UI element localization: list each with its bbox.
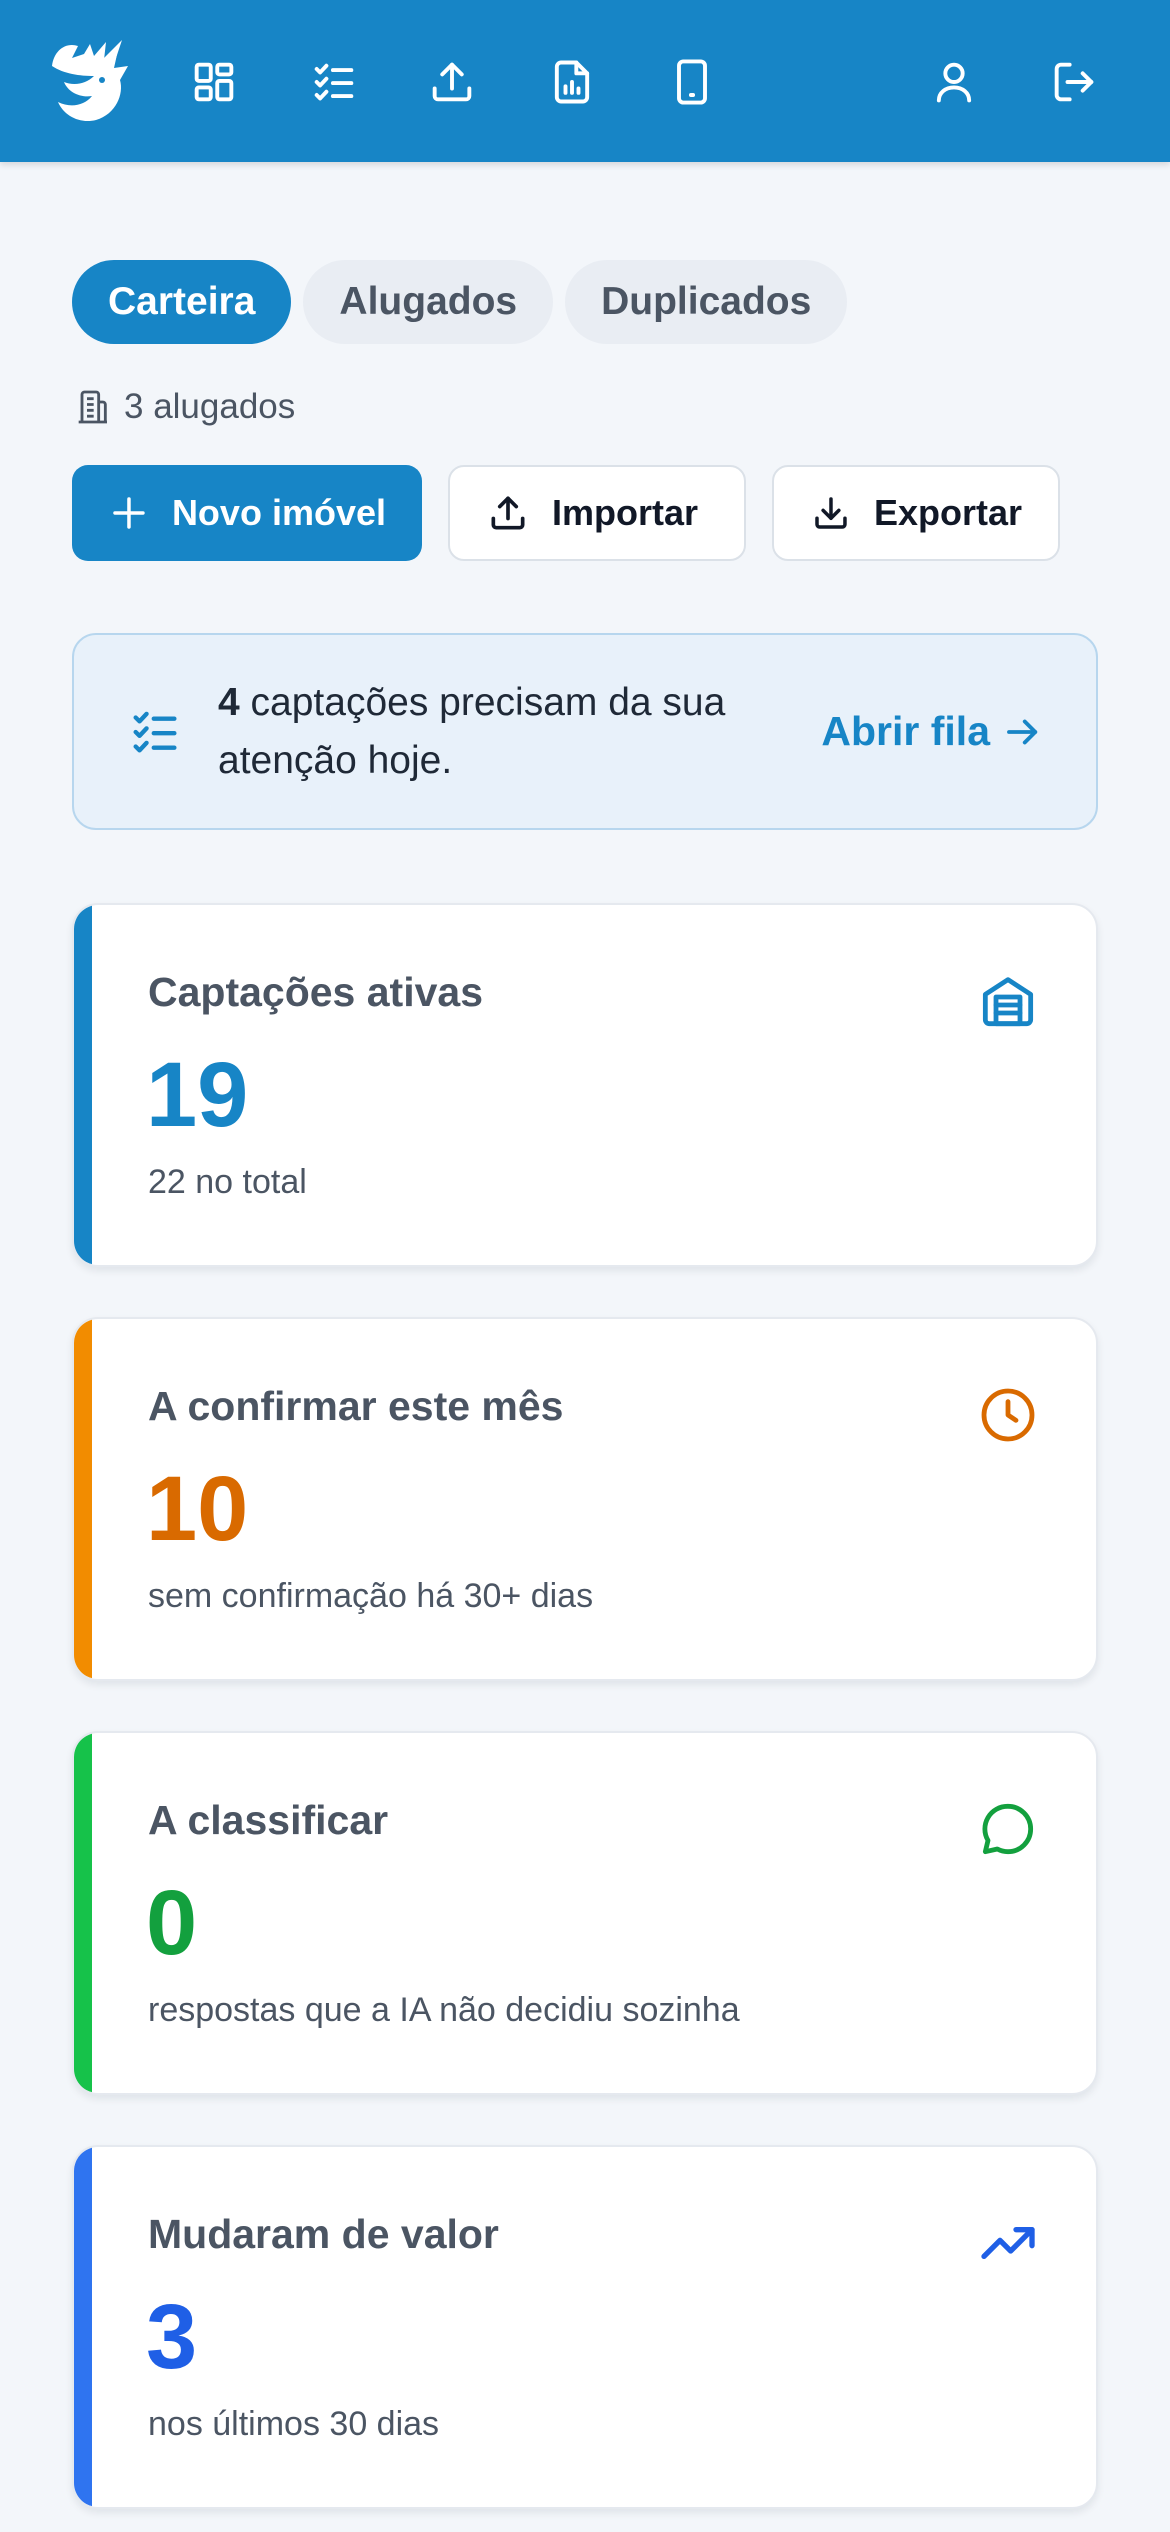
card-subtitle: respostas que a IA não decidiu sozinha [148,1991,740,2029]
tab-duplicados[interactable]: Duplicados [565,260,848,344]
card-value: 10 [146,1458,249,1560]
arrow-right-icon [1007,719,1038,744]
portfolio-tabs: Carteira Alugados Duplicados [72,260,848,344]
checklist-icon [133,711,177,753]
attention-message: 4 captações precisam da sua atenção hoje… [218,674,778,790]
card-accent [74,1733,92,2093]
upload-icon [491,496,525,530]
unicorn-logo[interactable] [44,36,134,126]
open-queue-label: Abrir fila [821,708,990,754]
tab-carteira[interactable]: Carteira [72,260,292,344]
card-accent [74,1319,92,1679]
card-accent [74,2147,92,2507]
stat-card-value-changed[interactable]: Mudaram de valor 3 nos últimos 30 dias [72,2145,1098,2509]
attention-count: 4 [218,680,240,724]
chat-icon [976,1797,1040,1861]
new-property-label: Novo imóvel [171,492,386,533]
user-icon[interactable] [922,50,986,114]
card-value: 0 [146,1872,198,1974]
card-title: A classificar [148,1797,389,1843]
export-button[interactable]: Exportar [772,465,1060,561]
new-property-button[interactable]: Novo imóvel [72,465,422,561]
download-icon [815,497,847,529]
building-icon [976,969,1040,1033]
card-title: Mudaram de valor [148,2211,499,2257]
grid-icon[interactable] [182,50,246,114]
import-label: Importar [552,492,699,533]
mobile-icon[interactable] [660,50,724,114]
card-subtitle: 22 no total [148,1163,307,1201]
plus-icon [113,497,145,529]
open-queue-link[interactable]: Abrir fila [821,708,1044,755]
stat-card-active[interactable]: Captações ativas 19 22 no total [72,903,1098,1267]
card-value: 3 [146,2286,198,2388]
trending-up-icon [976,2211,1040,2275]
card-subtitle: nos últimos 30 dias [148,2405,440,2443]
stat-card-to-classify[interactable]: A classificar 0 respostas que a IA não d… [72,1731,1098,2095]
top-nav-bar [0,0,1170,162]
attention-text: captações precisam da sua atenção hoje. [218,680,726,782]
checklist-icon[interactable] [302,50,366,114]
card-title: A confirmar este mês [148,1383,564,1429]
rented-count-text: 3 alugados [124,387,296,426]
tab-alugados[interactable]: Alugados [303,260,554,344]
clock-icon [976,1383,1040,1447]
report-icon[interactable] [540,50,604,114]
card-subtitle: sem confirmação há 30+ dias [148,1577,594,1615]
stat-card-to-confirm[interactable]: A confirmar este mês 10 sem confirmação … [72,1317,1098,1681]
action-bar: Novo imóvel Importar Exportar [72,465,1060,561]
card-accent [74,905,92,1265]
logout-icon[interactable] [1042,50,1106,114]
upload-icon[interactable] [420,50,484,114]
rented-count: 3 alugados [72,382,295,432]
card-title: Captações ativas [148,969,484,1015]
attention-banner: 4 captações precisam da sua atenção hoje… [72,633,1098,830]
card-value: 19 [146,1044,249,1146]
import-button[interactable]: Importar [448,465,746,561]
building-small-icon [78,390,107,424]
export-label: Exportar [873,492,1022,533]
